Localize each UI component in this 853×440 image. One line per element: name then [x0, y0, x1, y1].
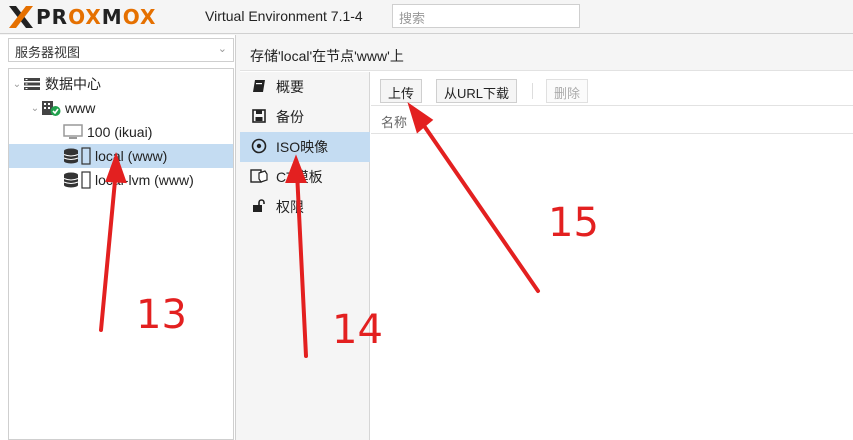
nav-item-ct-templates[interactable]: CT模板 — [240, 162, 370, 192]
version-label: Virtual Environment 7.1-4 — [205, 8, 363, 24]
nav-item-label: 备份 — [276, 109, 304, 125]
toolbar: 上传 从URL下载 删除 — [371, 72, 853, 106]
iso-content-panel: 上传 从URL下载 删除 名称 — [371, 72, 853, 440]
resource-tree: ⌄ 数据中心 ⌄ www 100 (ikuai) local (www) loc… — [8, 68, 234, 440]
toolbar-separator — [532, 83, 533, 99]
template-icon — [250, 168, 268, 187]
nav-item-summary[interactable]: 概要 — [240, 72, 370, 102]
chevron-down-icon: ⌄ — [217, 43, 227, 55]
view-selector-value: 服务器视图 — [15, 45, 81, 60]
nav-item-label: 权限 — [276, 199, 304, 215]
nav-item-label: ISO映像 — [276, 139, 329, 155]
storage-icon — [63, 147, 91, 165]
tree-item-storage-local-lvm[interactable]: local-lvm (www) — [9, 168, 233, 192]
tree-item-storage-local[interactable]: local (www) — [9, 144, 233, 168]
monitor-icon — [63, 124, 83, 139]
collapse-icon[interactable]: ⌄ — [11, 79, 23, 90]
disc-icon — [250, 138, 268, 157]
tree-item-label: 100 (ikuai) — [87, 124, 153, 140]
main-panel: 存储'local'在节点'www'上 概要 备份 ISO映像 CT模板 权限 上… — [240, 35, 853, 440]
search-input[interactable]: 搜索 — [392, 4, 580, 28]
tree-item-label: 数据中心 — [45, 76, 101, 92]
tree-item-label: local (www) — [95, 148, 168, 164]
proxmox-logo[interactable]: PROXMOX — [8, 4, 156, 30]
tree-item-node-www[interactable]: ⌄ www — [9, 96, 233, 120]
book-icon — [250, 79, 268, 96]
proxmox-x-icon — [9, 6, 33, 28]
upload-button[interactable]: 上传 — [380, 79, 423, 103]
storage-subnav: 概要 备份 ISO映像 CT模板 权限 — [240, 72, 370, 440]
logo-wordmark: PROXMOX — [36, 5, 157, 29]
tree-item-datacenter[interactable]: ⌄ 数据中心 — [9, 72, 233, 96]
nav-item-permissions[interactable]: 权限 — [240, 192, 370, 222]
resource-tree-panel: 服务器视图 ⌄ ⌄ 数据中心 ⌄ www 100 (ikuai) local (… — [0, 35, 236, 440]
nav-item-iso-images[interactable]: ISO映像 — [240, 132, 370, 162]
collapse-icon[interactable]: ⌄ — [29, 103, 41, 114]
tree-item-label: local-lvm (www) — [95, 172, 194, 188]
column-header-name[interactable]: 名称 — [371, 106, 853, 134]
nav-item-label: 概要 — [276, 79, 304, 95]
top-bar: PROXMOX Virtual Environment 7.1-4 搜索 — [0, 0, 853, 34]
storage-icon — [63, 171, 91, 189]
floppy-icon — [250, 108, 268, 126]
download-from-url-button[interactable]: 从URL下载 — [436, 79, 518, 103]
tree-item-vm-100[interactable]: 100 (ikuai) — [9, 120, 233, 144]
nav-item-backup[interactable]: 备份 — [240, 102, 370, 132]
delete-button[interactable]: 删除 — [546, 79, 589, 103]
datacenter-icon — [24, 78, 40, 90]
nav-item-label: CT模板 — [276, 169, 323, 185]
tree-item-label: www — [65, 100, 96, 116]
unlock-icon — [250, 198, 268, 216]
view-selector[interactable]: 服务器视图 ⌄ — [8, 38, 234, 62]
page-title: 存储'local'在节点'www'上 — [240, 35, 853, 71]
node-icon — [42, 101, 61, 116]
